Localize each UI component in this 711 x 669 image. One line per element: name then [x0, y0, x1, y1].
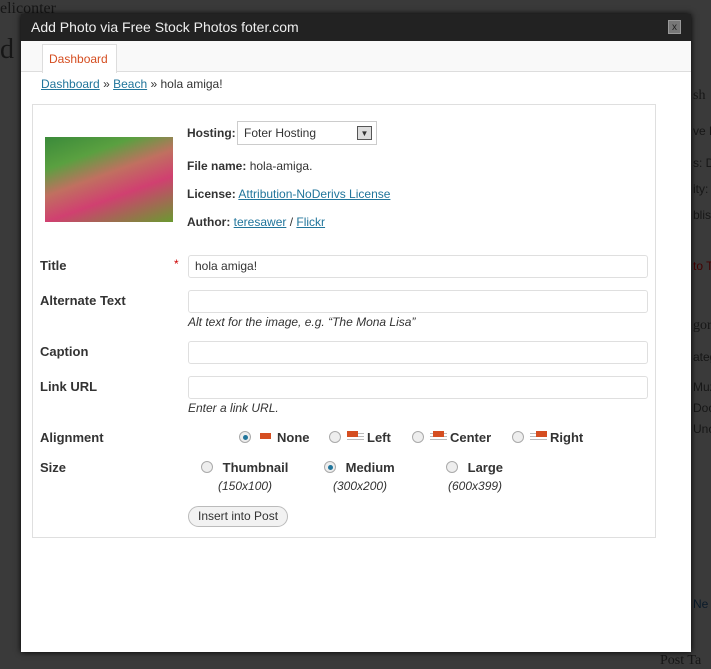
alignment-label: Alignment	[40, 430, 104, 445]
title-input[interactable]: hola amiga!	[188, 255, 648, 278]
align-center-option[interactable]: Center	[412, 430, 491, 445]
option-label: Large	[467, 460, 504, 475]
radio-button[interactable]	[324, 461, 336, 473]
size-label: Size	[40, 460, 67, 475]
align-center-icon	[430, 431, 447, 442]
link-url-hint: Enter a link URL.	[188, 401, 279, 415]
radio-button[interactable]	[329, 431, 341, 443]
alt-text-input[interactable]	[188, 290, 648, 313]
bg-text: blis	[693, 208, 711, 222]
insert-into-post-button[interactable]: Insert into Post	[188, 506, 289, 527]
breadcrumb-separator: »	[103, 77, 110, 91]
bg-text: Unc	[693, 422, 711, 436]
author-link[interactable]: teresawer	[234, 215, 287, 229]
photo-thumbnail	[45, 137, 173, 222]
tab-bar: Dashboard	[21, 41, 691, 73]
align-left-option[interactable]: Left	[329, 430, 391, 445]
option-label: Medium	[345, 460, 395, 475]
link-url-label: Link URL	[40, 379, 98, 394]
filename: hola-amiga.	[249, 159, 313, 173]
hosting-select[interactable]: Foter Hosting ▼	[237, 121, 377, 145]
hosting-value: Foter Hosting	[244, 126, 317, 140]
license-link[interactable]: Attribution-NoDerivs License	[238, 187, 390, 201]
align-right-option[interactable]: Right	[512, 430, 583, 445]
author-label: Author:	[187, 215, 231, 229]
alt-text-label: Alternate Text	[40, 293, 126, 308]
source-link[interactable]: Flickr	[296, 215, 325, 229]
bg-text: d	[0, 34, 14, 65]
bg-text: ity: P	[693, 182, 711, 196]
size-dims: (600x399)	[448, 479, 503, 493]
author-separator: /	[289, 215, 294, 229]
bg-text: gor	[693, 318, 711, 333]
radio-button[interactable]	[239, 431, 251, 443]
bg-text: sh	[693, 88, 706, 103]
bg-text: Ne	[693, 597, 709, 611]
caption-input[interactable]	[188, 341, 648, 364]
alt-text-hint: Alt text for the image, e.g. “The Mona L…	[188, 315, 416, 329]
hosting-label: Hosting:	[187, 126, 236, 140]
link-url-input[interactable]	[188, 376, 648, 399]
align-none-icon	[257, 431, 274, 442]
radio-button[interactable]	[446, 461, 458, 473]
tab-dashboard[interactable]: Dashboard	[42, 44, 117, 73]
option-label: Left	[367, 430, 391, 445]
bg-text: ve P	[693, 124, 711, 138]
caption-label: Caption	[40, 344, 89, 359]
photo-form: Hosting: Foter Hosting ▼ File name: hola-…	[32, 104, 656, 538]
breadcrumb-current: hola amiga!	[160, 77, 223, 91]
size-dims: (300x200)	[333, 479, 388, 493]
chevron-down-icon: ▼	[357, 126, 372, 140]
bg-text: to T	[693, 259, 711, 273]
option-label: Thumbnail	[222, 460, 289, 475]
bg-text: ateg	[693, 350, 711, 364]
option-label: Right	[550, 430, 584, 445]
breadcrumb: Dashboard » Beach » hola amiga!	[41, 77, 223, 91]
breadcrumb-separator: »	[150, 77, 158, 91]
dialog-title: Add Photo via Free Stock Photos foter.co…	[31, 19, 299, 35]
license-label: License:	[187, 187, 236, 201]
option-label: None	[277, 430, 310, 445]
bg-text: s: Dr	[693, 156, 711, 170]
size-thumbnail-option[interactable]: Thumbnail	[201, 460, 288, 475]
align-none-option[interactable]: None	[239, 430, 310, 445]
title-label: Title	[40, 258, 67, 273]
required-marker: *	[174, 257, 179, 271]
align-left-icon	[347, 431, 364, 442]
bg-text: Doc	[693, 401, 711, 415]
radio-button[interactable]	[412, 431, 424, 443]
add-photo-dialog: Add Photo via Free Stock Photos foter.co…	[21, 14, 691, 652]
dialog-titlebar: Add Photo via Free Stock Photos foter.co…	[21, 14, 691, 41]
radio-button[interactable]	[512, 431, 524, 443]
radio-button[interactable]	[201, 461, 213, 473]
bg-text: Muzy	[693, 380, 711, 394]
breadcrumb-dashboard[interactable]: Dashboard	[41, 77, 100, 91]
align-right-icon	[530, 431, 547, 442]
size-dims: (150x100)	[218, 479, 273, 493]
option-label: Center	[450, 430, 492, 445]
size-large-option[interactable]: Large	[446, 460, 503, 475]
breadcrumb-beach[interactable]: Beach	[113, 77, 147, 91]
close-icon[interactable]: x	[668, 20, 681, 34]
size-medium-option[interactable]: Medium	[324, 460, 395, 475]
filename-label: File name:	[187, 159, 247, 173]
